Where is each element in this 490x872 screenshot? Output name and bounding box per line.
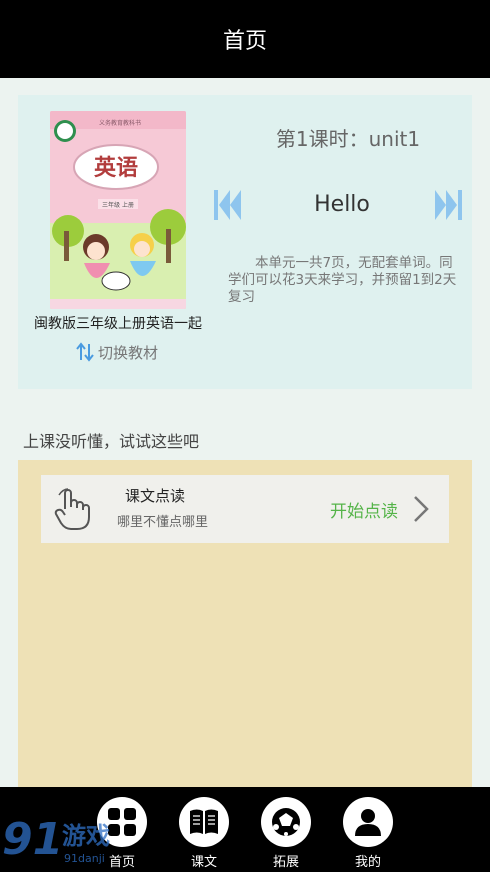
top-bar: 首页 [0,0,490,78]
book-cover[interactable]: 义务教育教科书 英语 三年级 上册 [50,111,186,309]
tab-profile[interactable]: 我的 [342,797,394,870]
app: 首页 义务教育教科书 英语 三年级 上册 闽教版三年级上册英语一起 切换教材 第… [0,0,490,872]
hand-pointer-icon [54,488,90,530]
book-name: 闽教版三年级上册英语一起 [34,316,202,332]
prev-lesson-button[interactable] [214,189,242,221]
tab-home[interactable]: 首页 [96,797,148,870]
tab-extension-icon-wrap [261,797,311,847]
tab-home-label: 首页 [108,855,135,870]
tab-lessons-icon-wrap [179,797,229,847]
tips-panel: 课文点读 哪里不懂点哪里 开始点读 [18,460,472,790]
tab-home-icon-wrap [97,797,147,847]
cover-badge-text: 义务教育教科书 [99,119,141,127]
skip-back-icon [214,190,241,220]
tab-lessons-label: 课文 [190,855,217,870]
text-reading-card[interactable]: 课文点读 哪里不懂点哪里 开始点读 [41,475,449,543]
next-lesson-button[interactable] [434,189,462,221]
cover-subject-text: 英语 [94,156,138,181]
user-icon [355,809,381,836]
chevron-right-icon[interactable] [411,495,431,523]
tab-lessons[interactable]: 课文 [178,797,230,870]
switch-textbook-label: 切换教材 [98,343,159,362]
skip-forward-icon [435,190,462,220]
text-reading-subtitle: 哪里不懂点哪里 [117,515,209,530]
tab-extension[interactable]: 拓展 [260,797,312,870]
tips-heading: 上课没听懂，试试这些吧 [23,432,200,451]
swap-icon [76,342,94,362]
ball-icon [272,808,300,836]
lesson-title: 第1课时：unit1 [275,127,421,151]
book-cover-illustration: 义务教育教科书 英语 三年级 上册 [50,111,186,309]
page-title: 首页 [222,29,267,54]
tab-profile-label: 我的 [354,855,381,870]
lesson-description: 本单元一共7页，无配套单词。同学们可以花3天来学习，并预留1到2天复习 [228,255,457,305]
switch-textbook-button[interactable]: 切换教材 [76,341,158,363]
book-card: 义务教育教科书 英语 三年级 上册 闽教版三年级上册英语一起 切换教材 第1课时… [18,95,472,389]
bottom-tab-bar: 首页 课文 拓展 我的 [0,787,490,872]
start-reading-button[interactable]: 开始点读 [330,497,398,522]
tab-profile-icon-wrap [343,797,393,847]
cover-grade-text: 三年级 上册 [102,201,134,209]
tab-extension-label: 拓展 [272,855,299,870]
grid-icon [108,808,136,836]
lesson-name: Hello [314,192,370,217]
text-reading-title: 课文点读 [125,487,186,505]
book-icon [190,809,218,834]
